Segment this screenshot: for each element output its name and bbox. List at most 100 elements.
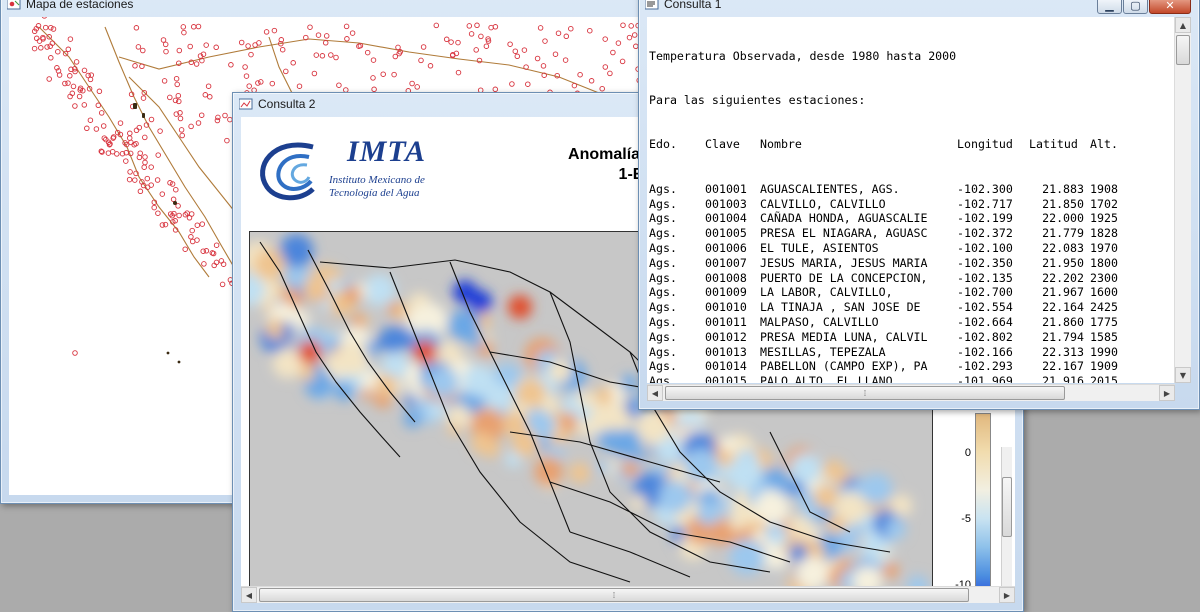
station-marker [370,75,376,81]
station-marker [142,134,148,141]
consulta1-vscroll-thumb[interactable] [1176,35,1190,65]
listing-cell-lon: -102.372 [957,226,1013,241]
listing-cell-edo: Ags. [649,270,677,285]
consulta1-scroll-down-icon[interactable]: ▼ [1175,367,1191,383]
station-marker [188,123,194,130]
anomaly-cell [730,515,745,531]
station-marker [279,46,286,53]
station-marker [88,72,95,78]
anomaly-cell [534,457,563,487]
listing-cell-alt: 1909 [1090,359,1118,374]
station-marker [620,22,626,28]
consulta2-scroll-left-icon[interactable]: ◀ [241,587,257,603]
anomaly-cell [351,313,364,327]
anomaly-cell [569,462,591,484]
listing-cell-edo: Ags. [649,196,677,211]
island-marks [133,103,181,364]
anomaly-cell [620,374,638,391]
station-marker [182,246,188,252]
listing-cell-clave: 001012 [705,329,747,344]
anomaly-cell [471,334,484,347]
listing-cell-nombre: AGUASCALIENTES, AGS. [760,181,900,196]
station-marker [190,24,197,30]
station-marker [228,62,234,68]
station-marker [87,117,94,123]
listing-cell-lon: -102.293 [957,359,1013,374]
station-marker [392,53,399,60]
consulta1-horizontal-scrollbar[interactable]: ◀ ⁞ ▶ [647,384,1175,401]
station-marker [70,83,77,90]
listing-cell-alt: 1925 [1090,211,1118,226]
station-marker [72,350,78,356]
station-marker [488,24,494,31]
station-marker [473,47,479,53]
consulta1-scroll-up-icon[interactable]: ▲ [1175,17,1191,33]
listing-cell-lat: 22.313 [1042,344,1084,359]
station-map-titlebar[interactable]: Mapa de estaciones [1,0,659,15]
station-marker [483,43,490,49]
anomaly-cell [374,374,398,397]
listing-cell-alt: 1800 [1090,255,1118,270]
maximize-icon[interactable]: ▢ [1123,0,1148,14]
consulta2-scroll-right-icon[interactable]: ▶ [999,587,1015,603]
listing-cell-nombre: PABELLON (CAMPO EXP), PA [760,359,928,374]
listing-cell-edo: Ags. [649,211,677,226]
anomaly-cell [595,386,614,405]
consulta1-hscroll-thumb[interactable]: ⁞ [665,386,1065,400]
station-marker [109,148,116,155]
header-edo: Edo. [649,137,677,152]
station-marker [478,33,484,40]
anomaly-cell [471,432,493,455]
station-marker [242,64,248,70]
station-marker [132,63,138,69]
listing-title-line: Temperatura Observada, desde 1980 hasta … [649,48,957,63]
listing-cell-clave: 001003 [705,196,747,211]
consulta1-text-area[interactable]: Temperatura Observada, desde 1980 hasta … [647,17,1175,383]
station-marker [193,61,200,67]
station-marker [128,139,134,146]
close-icon[interactable]: ✕ [1149,0,1191,14]
station-marker [95,102,102,109]
imta-subtitle-line2: Tecnología del Agua [329,187,420,199]
consulta2-horizontal-scrollbar[interactable]: ◀ ⁞ ▶ [241,586,1015,603]
station-marker [507,41,513,47]
listing-cell-nombre: MESILLAS, TEPEZALA [760,344,886,359]
listing-cell-alt: 1775 [1090,314,1118,329]
anomaly-cell [427,366,459,398]
consulta1-scroll-left-icon[interactable]: ◀ [647,385,663,401]
station-marker [46,76,52,82]
minimize-icon[interactable]: ▁ [1097,0,1122,14]
listing-row: Ags. 001013 MESILLAS, TEPEZALA -102.166 22.3… [649,345,1175,360]
station-marker [179,132,185,139]
consulta1-vertical-scrollbar[interactable]: ▲ ▼ [1174,17,1191,383]
anomaly-cell [790,453,822,484]
map-window-icon [6,0,21,10]
listing-cell-nombre: LA LABOR, CALVILLO, [760,285,893,300]
station-marker [380,71,386,77]
anomaly-cell [343,285,362,304]
station-marker [141,164,147,170]
station-marker [509,81,515,87]
listing-cell-lon: -102.300 [957,181,1013,196]
station-marker [31,45,38,52]
consulta1-scroll-right-icon[interactable]: ▶ [1159,385,1175,401]
consulta1-window[interactable]: Consulta 1 ▁ ▢ ✕ Temperatura Observada, … [638,0,1200,410]
listing-cell-lon: -102.135 [957,270,1013,285]
station-marker [65,80,71,86]
listing-row: Ags. 001009 LA LABOR, CALVILLO, -102.700 21.… [649,285,1175,300]
station-marker [170,196,177,203]
station-marker [610,49,616,56]
station-marker [132,177,138,183]
station-marker [311,70,318,77]
imta-logo-icon [260,142,315,201]
listing-cell-edo: Ags. [649,226,677,241]
listing-cell-clave: 001014 [705,359,747,374]
consulta2-vscroll-thumb[interactable] [1002,477,1012,537]
consulta2-vertical-scrollbar[interactable] [1001,447,1012,589]
station-marker [161,78,168,84]
station-marker [296,83,303,89]
station-marker [258,79,264,85]
station-marker [562,57,569,63]
anomaly-cell [621,461,638,478]
station-marker [219,281,226,288]
